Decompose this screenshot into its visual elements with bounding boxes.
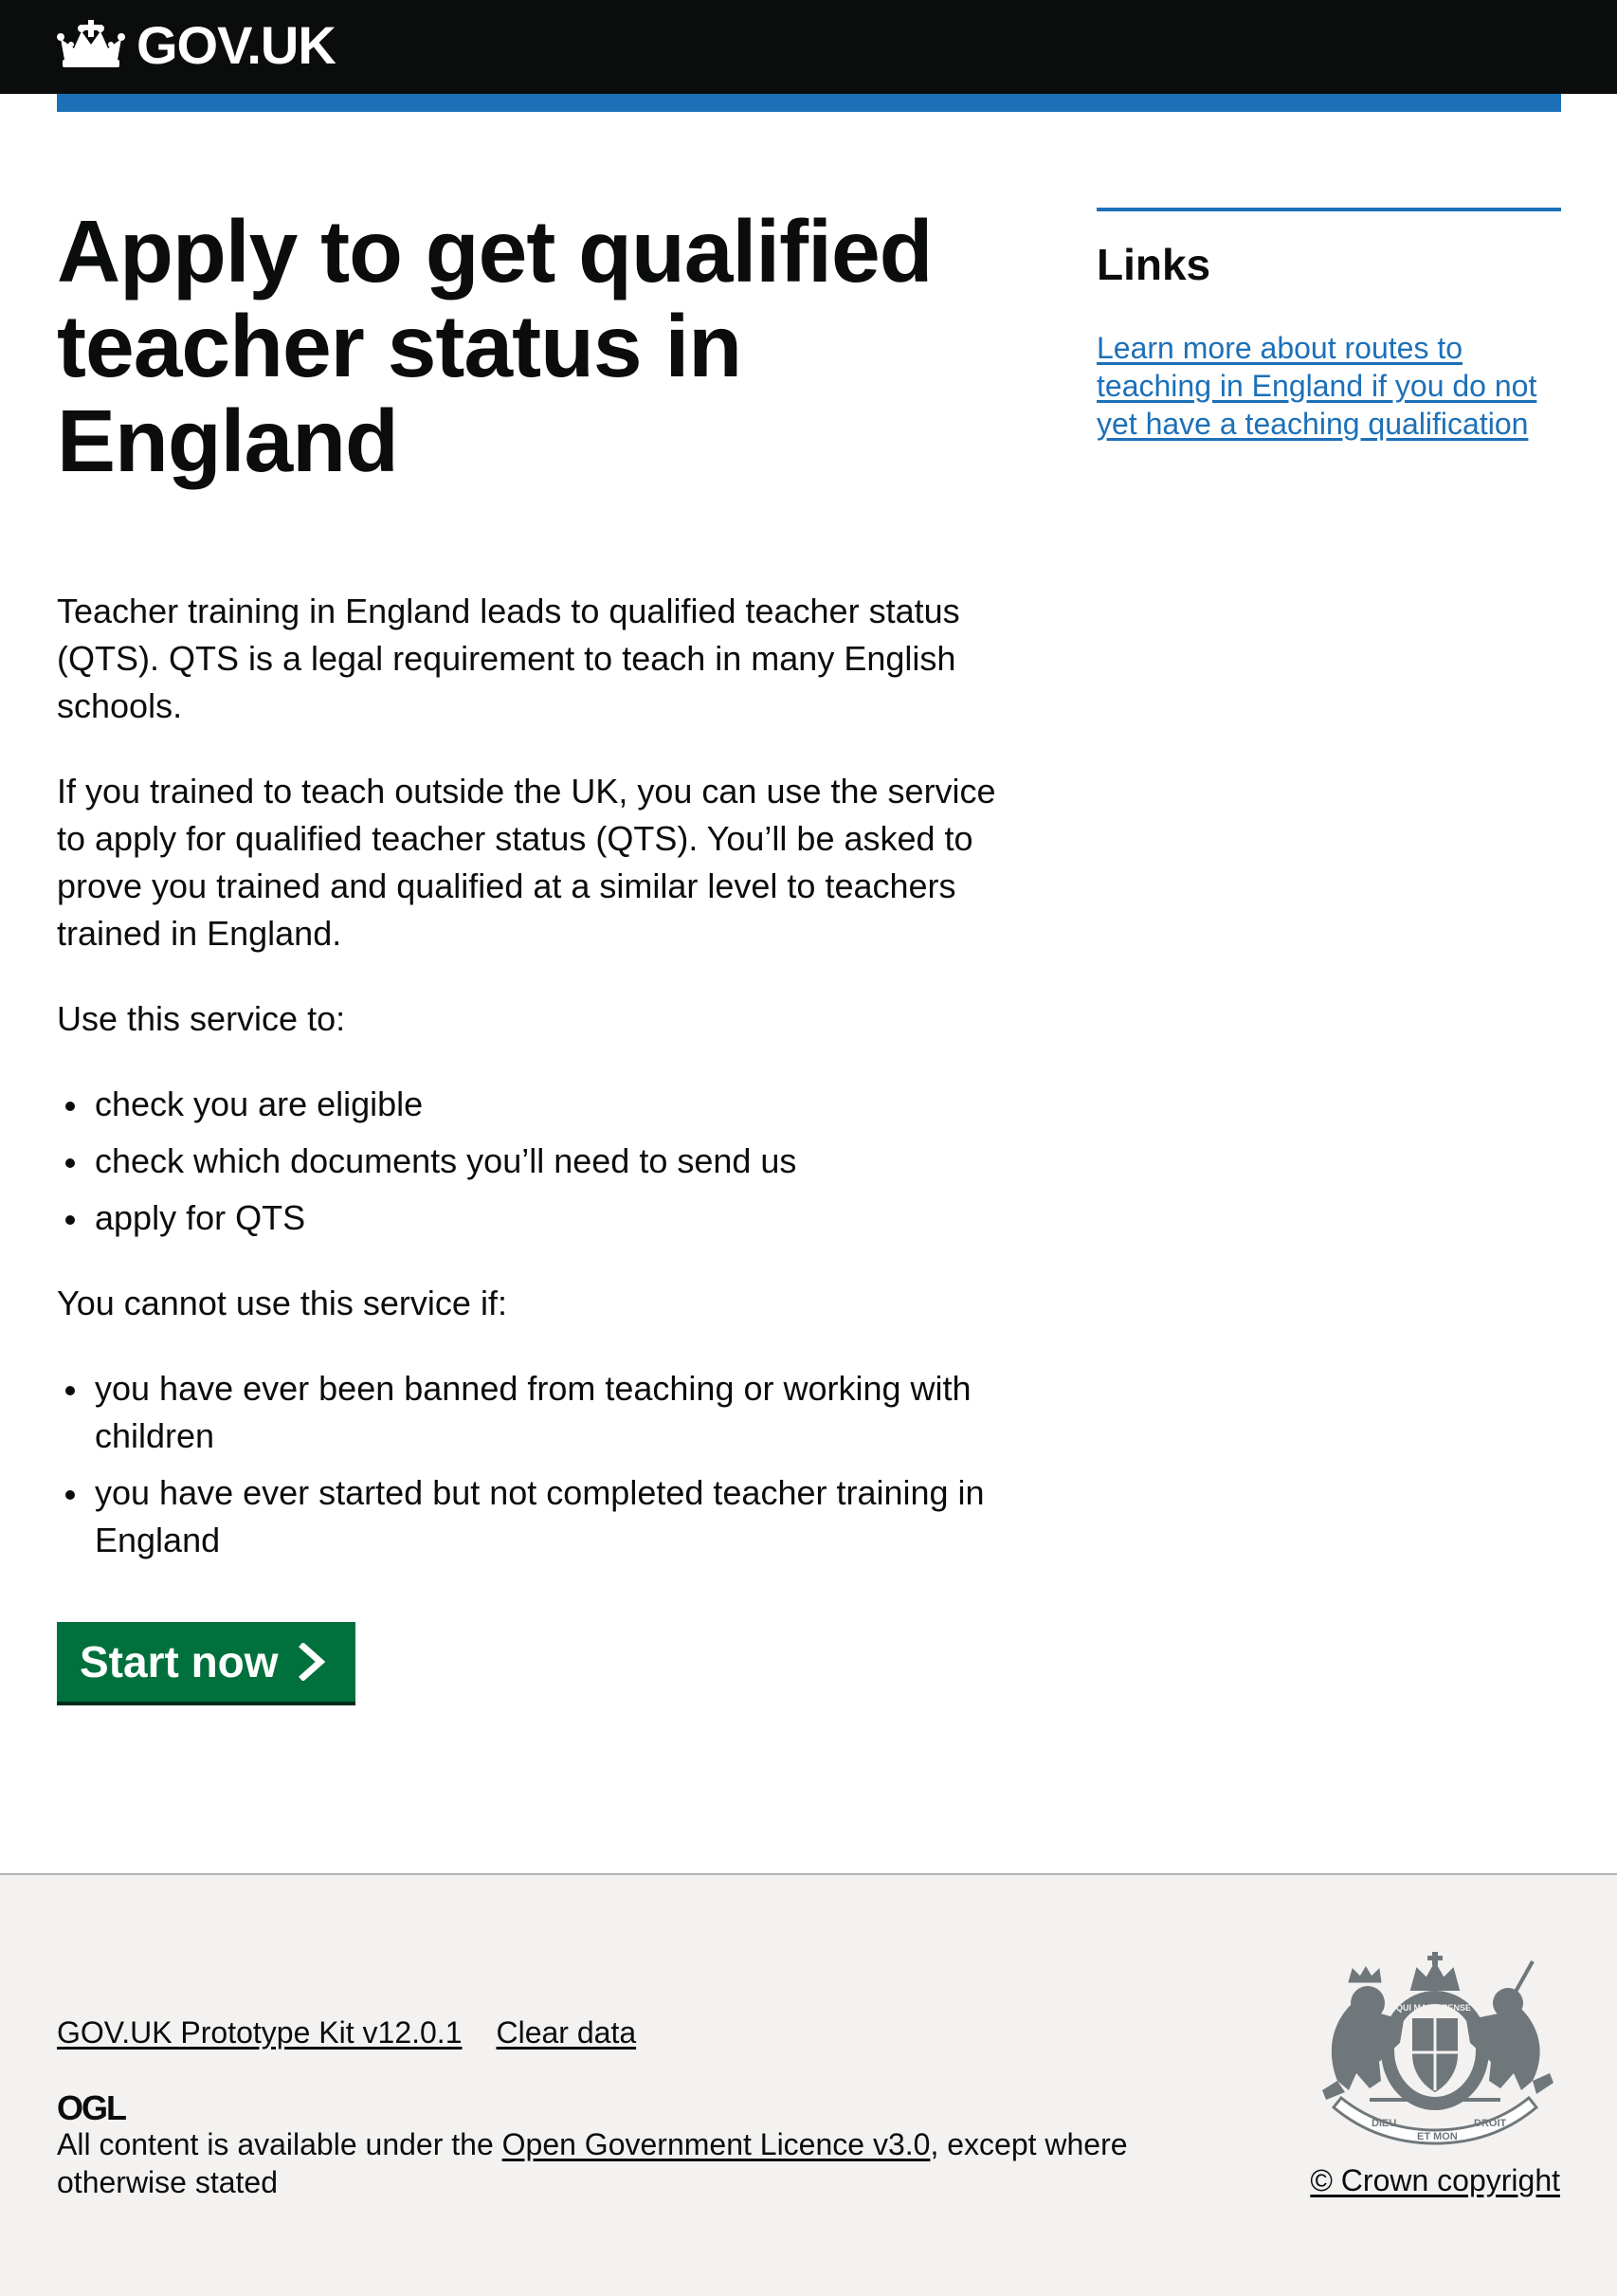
sidebar-title: Links xyxy=(1097,240,1211,289)
bullet-icon xyxy=(65,1386,75,1395)
footer: GOV.UK Prototype Kit v12.0.1 Clear data … xyxy=(0,1873,1617,2296)
footer-links: GOV.UK Prototype Kit v12.0.1 Clear data xyxy=(57,2014,636,2051)
govuk-logo-link[interactable]: GOV.UK xyxy=(57,17,336,74)
open-government-licence-link[interactable]: Open Government Licence v3.0 xyxy=(502,2127,931,2161)
bullet-icon xyxy=(65,1102,75,1111)
header-blue-bar xyxy=(57,94,1561,112)
crest-garter-text: QUI MAL Y PENSE xyxy=(1396,2003,1471,2013)
crest-motto-dieu: DIEU xyxy=(1372,2118,1396,2129)
logo-text: GOV.UK xyxy=(136,15,336,75)
prototype-kit-link[interactable]: GOV.UK Prototype Kit v12.0.1 xyxy=(57,2014,462,2051)
bullet-icon xyxy=(65,1158,75,1168)
list-item-text: check which documents you’ll need to sen… xyxy=(95,1141,797,1180)
intro-paragraph: Teacher training in England leads to qua… xyxy=(57,592,960,725)
start-now-button[interactable]: Start now xyxy=(57,1622,355,1702)
crest-motto-et-mon: ET MON xyxy=(1417,2131,1458,2142)
list-item: you have ever started but not completed … xyxy=(57,1469,1033,1564)
use-service-heading: Use this service to: xyxy=(57,999,346,1038)
page-title: Apply to get qualified teacher status in… xyxy=(57,202,934,490)
header: GOV.UK xyxy=(0,0,1617,94)
chevron-right-icon xyxy=(298,1643,325,1681)
ogl-text: OGL xyxy=(57,2091,126,2123)
list-item: check you are eligible xyxy=(57,1081,1033,1128)
bullet-icon xyxy=(65,1490,75,1500)
cannot-use-heading: You cannot use this service if: xyxy=(57,1284,507,1322)
crown-icon xyxy=(57,20,125,67)
related-links-sidebar: Links Learn more about routes to teachin… xyxy=(1097,208,1561,443)
licence-text: All content is available under the Open … xyxy=(57,2125,1242,2201)
ogl-logo-icon: OGL xyxy=(57,2091,128,2123)
crown-copyright-link[interactable]: © Crown copyright xyxy=(1310,2161,1560,2199)
routes-to-teaching-link[interactable]: Learn more about routes to teaching in E… xyxy=(1097,329,1542,443)
list-item-text: you have ever been banned from teaching … xyxy=(95,1369,972,1455)
licence-prefix: All content is available under the xyxy=(57,2127,502,2161)
royal-coat-of-arms-icon: DIEU ET MON DROIT QUI MAL Y PENSE xyxy=(1322,1952,1553,2145)
list-item: you have ever been banned from teaching … xyxy=(57,1365,1033,1460)
crest-motto-droit: DROIT xyxy=(1474,2118,1507,2129)
list-item: check which documents you’ll need to sen… xyxy=(57,1138,1033,1185)
cannot-use-list: you have ever been banned from teaching … xyxy=(57,1365,1033,1574)
list-item: apply for QTS xyxy=(57,1194,1033,1242)
bullet-icon xyxy=(65,1215,75,1225)
outside-uk-paragraph: If you trained to teach outside the UK, … xyxy=(57,772,996,953)
list-item-text: apply for QTS xyxy=(95,1198,306,1237)
clear-data-link[interactable]: Clear data xyxy=(496,2014,636,2051)
list-item-text: check you are eligible xyxy=(95,1084,424,1123)
use-service-list: check you are eligible check which docum… xyxy=(57,1081,1033,1251)
list-item-text: you have ever started but not completed … xyxy=(95,1473,985,1559)
start-button-label: Start now xyxy=(80,1637,279,1686)
